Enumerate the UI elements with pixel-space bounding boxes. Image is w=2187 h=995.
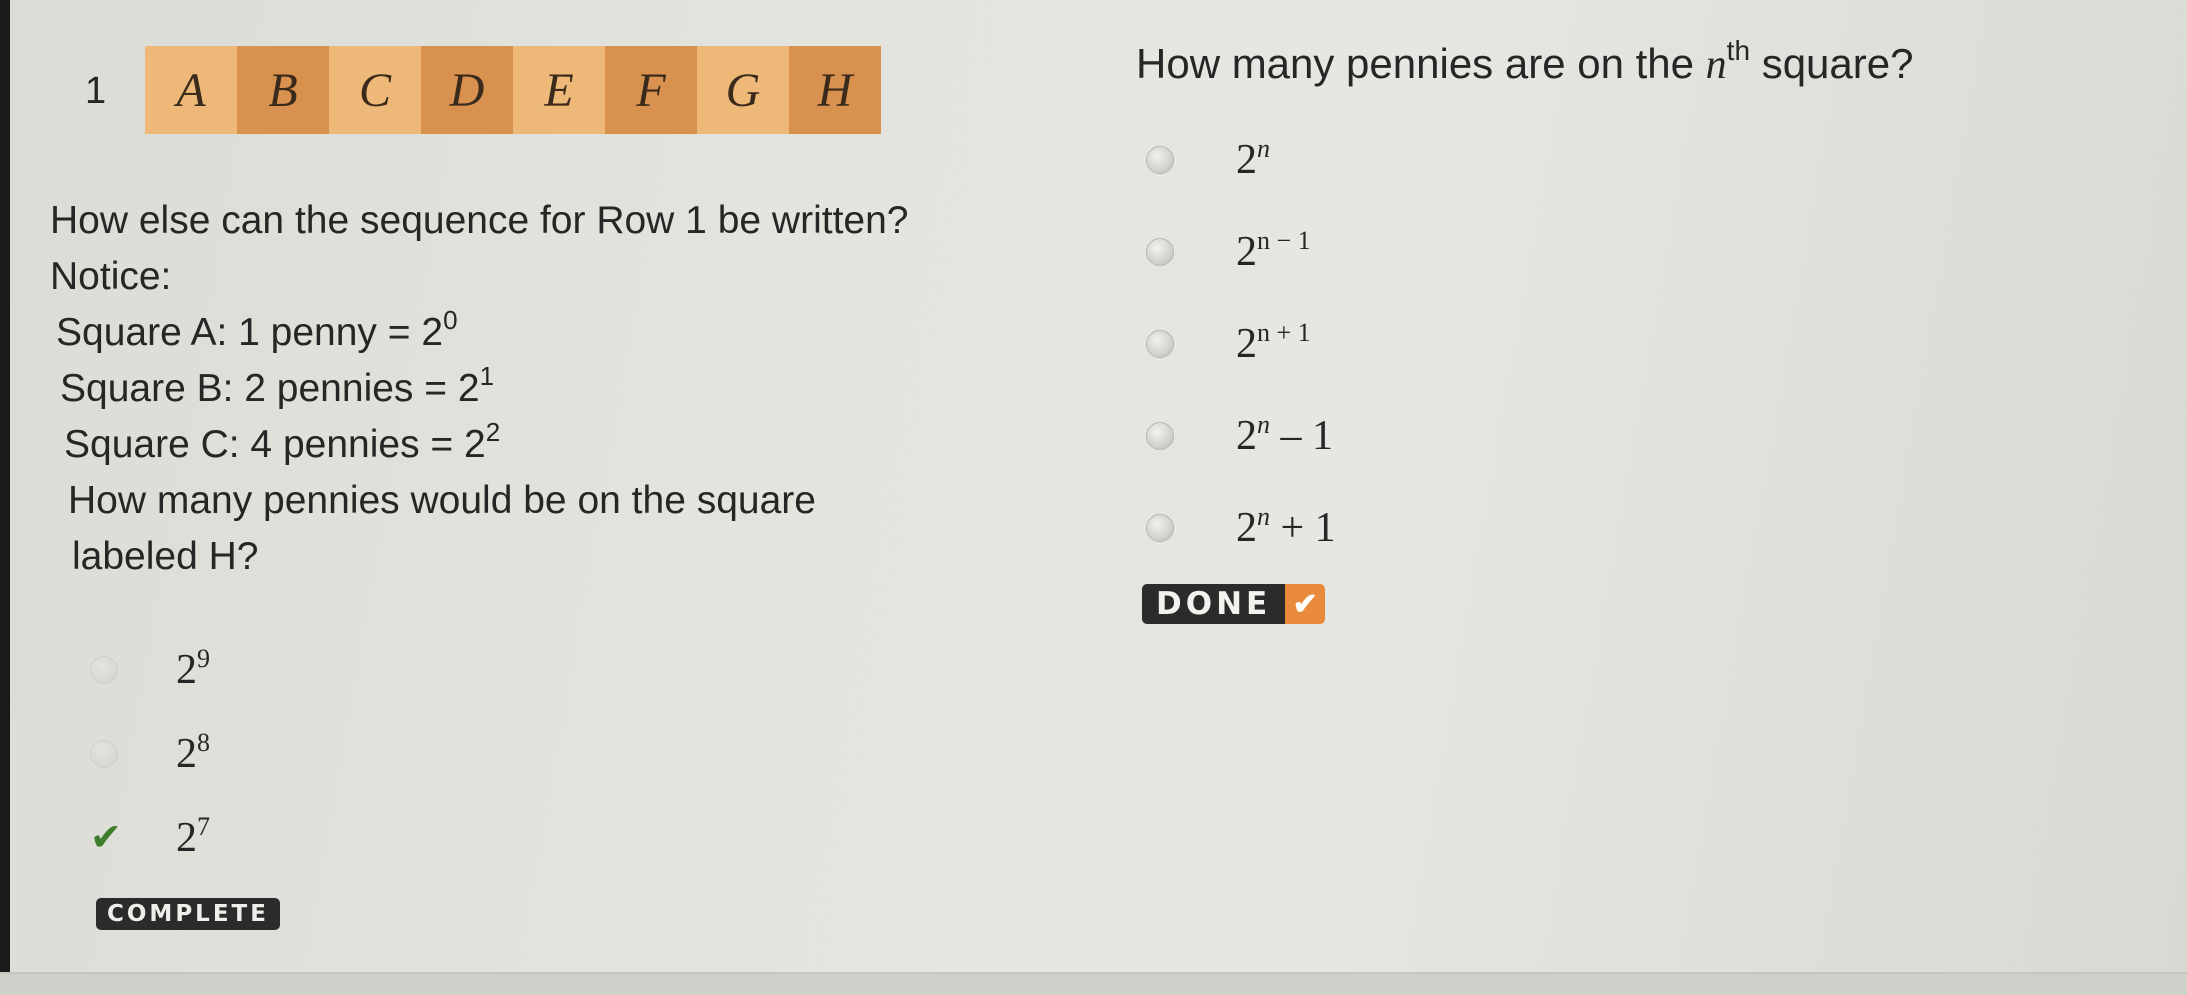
square-a-text: Square A: 1 penny = 2	[56, 311, 444, 354]
square-c: C	[329, 46, 421, 134]
square-h: H	[789, 46, 881, 134]
square-b-exponent: 1	[479, 361, 495, 391]
q2-choice-3[interactable]: 2n + 1	[1146, 298, 1336, 390]
question2-prompt: How many pennies are on the nth square?	[1136, 37, 1914, 89]
radio-button[interactable]	[1146, 146, 1174, 174]
square-c-exponent: 2	[485, 417, 501, 447]
choice-exponent: n	[1257, 134, 1270, 163]
square-d: D	[421, 46, 513, 134]
choice-tail: + 1	[1270, 505, 1336, 551]
square-b-text: Square B: 2 pennies = 2	[60, 367, 480, 410]
q2-choice-4[interactable]: 2n – 1	[1146, 390, 1336, 482]
q1-choice-2[interactable]: 28	[90, 712, 210, 796]
q2-choice-1-label: 2n	[1236, 136, 1270, 184]
choice-base: 2	[176, 815, 197, 861]
done-button[interactable]: DONE ✔	[1142, 584, 1326, 624]
q1-choice-3[interactable]: ✔ 27	[90, 796, 210, 880]
question1-choices: 29 28 ✔ 27	[90, 628, 210, 880]
notice-label: Notice:	[50, 255, 172, 298]
choice-exponent: n	[1257, 502, 1270, 531]
choice-base: 2	[176, 731, 197, 777]
square-b-line: Square B: 2 pennies = 21	[50, 361, 908, 417]
square-e: E	[513, 46, 605, 134]
square-f: F	[605, 46, 697, 134]
checkmark-icon: ✔	[1285, 584, 1326, 624]
question2-choices: 2n 2n − 1 2n + 1 2n – 1 2n + 1	[1146, 114, 1336, 574]
prompt-text-end: square?	[1750, 40, 1914, 87]
square-c-text: Square C: 4 pennies = 2	[64, 423, 486, 466]
choice-base: 2	[1236, 321, 1257, 367]
choice-exponent: 7	[197, 812, 210, 841]
q2-choice-1[interactable]: 2n	[1146, 114, 1336, 206]
q2-choice-2-label: 2n − 1	[1236, 228, 1311, 276]
square-c-line: Square C: 4 pennies = 22	[50, 417, 908, 473]
square-g: G	[697, 46, 789, 134]
radio-button[interactable]	[1146, 238, 1174, 266]
q2-choice-4-label: 2n – 1	[1236, 412, 1333, 460]
q2-choice-2[interactable]: 2n − 1	[1146, 206, 1336, 298]
square-b: B	[237, 46, 329, 134]
radio-button[interactable]	[90, 740, 118, 768]
square-row: A B C D E F G H	[145, 46, 881, 134]
choice-exponent: n	[1257, 410, 1270, 439]
row-number: 1	[85, 70, 107, 112]
choice-base: 2	[176, 647, 197, 693]
square-a-line: Square A: 1 penny = 20	[50, 305, 908, 361]
choice-exponent: n − 1	[1257, 226, 1311, 255]
choice-exponent: n + 1	[1257, 318, 1311, 347]
prompt-text: How many pennies are on the	[1136, 40, 1706, 87]
choice-base: 2	[1236, 229, 1257, 275]
choice-exponent: 8	[197, 728, 210, 757]
q1-choice-1[interactable]: 29	[90, 628, 210, 712]
q2-choice-5-label: 2n + 1	[1236, 504, 1336, 552]
question1-ask-line2: labeled H?	[72, 535, 259, 578]
q1-choice-1-label: 29	[176, 646, 210, 694]
prompt-ordinal: th	[1726, 35, 1751, 66]
radio-button[interactable]	[90, 656, 118, 684]
complete-status-badge: COMPLETE	[96, 898, 280, 930]
q2-choice-3-label: 2n + 1	[1236, 320, 1311, 368]
prompt-variable: n	[1705, 42, 1727, 88]
radio-button[interactable]	[1146, 514, 1174, 542]
question1-ask-line1: How many pennies would be on the square	[68, 479, 816, 522]
q1-choice-2-label: 28	[176, 730, 210, 778]
choice-base: 2	[1236, 505, 1257, 551]
radio-button[interactable]	[1146, 330, 1174, 358]
choice-base: 2	[1236, 413, 1257, 459]
choice-base: 2	[1236, 137, 1257, 183]
radio-button[interactable]	[1146, 422, 1174, 450]
checkmark-icon: ✔	[90, 817, 122, 859]
square-a: A	[145, 46, 237, 134]
square-a-exponent: 0	[443, 305, 458, 335]
choice-exponent: 9	[197, 644, 210, 673]
q1-choice-3-label: 27	[176, 814, 210, 862]
q2-choice-5[interactable]: 2n + 1	[1146, 482, 1336, 574]
question1-text: How else can the sequence for Row 1 be w…	[50, 193, 908, 585]
bottom-divider	[0, 972, 2187, 995]
screen-left-edge	[0, 0, 10, 993]
choice-tail: – 1	[1270, 413, 1334, 459]
question1-prompt: How else can the sequence for Row 1 be w…	[50, 199, 909, 242]
done-button-label: DONE	[1142, 584, 1286, 624]
